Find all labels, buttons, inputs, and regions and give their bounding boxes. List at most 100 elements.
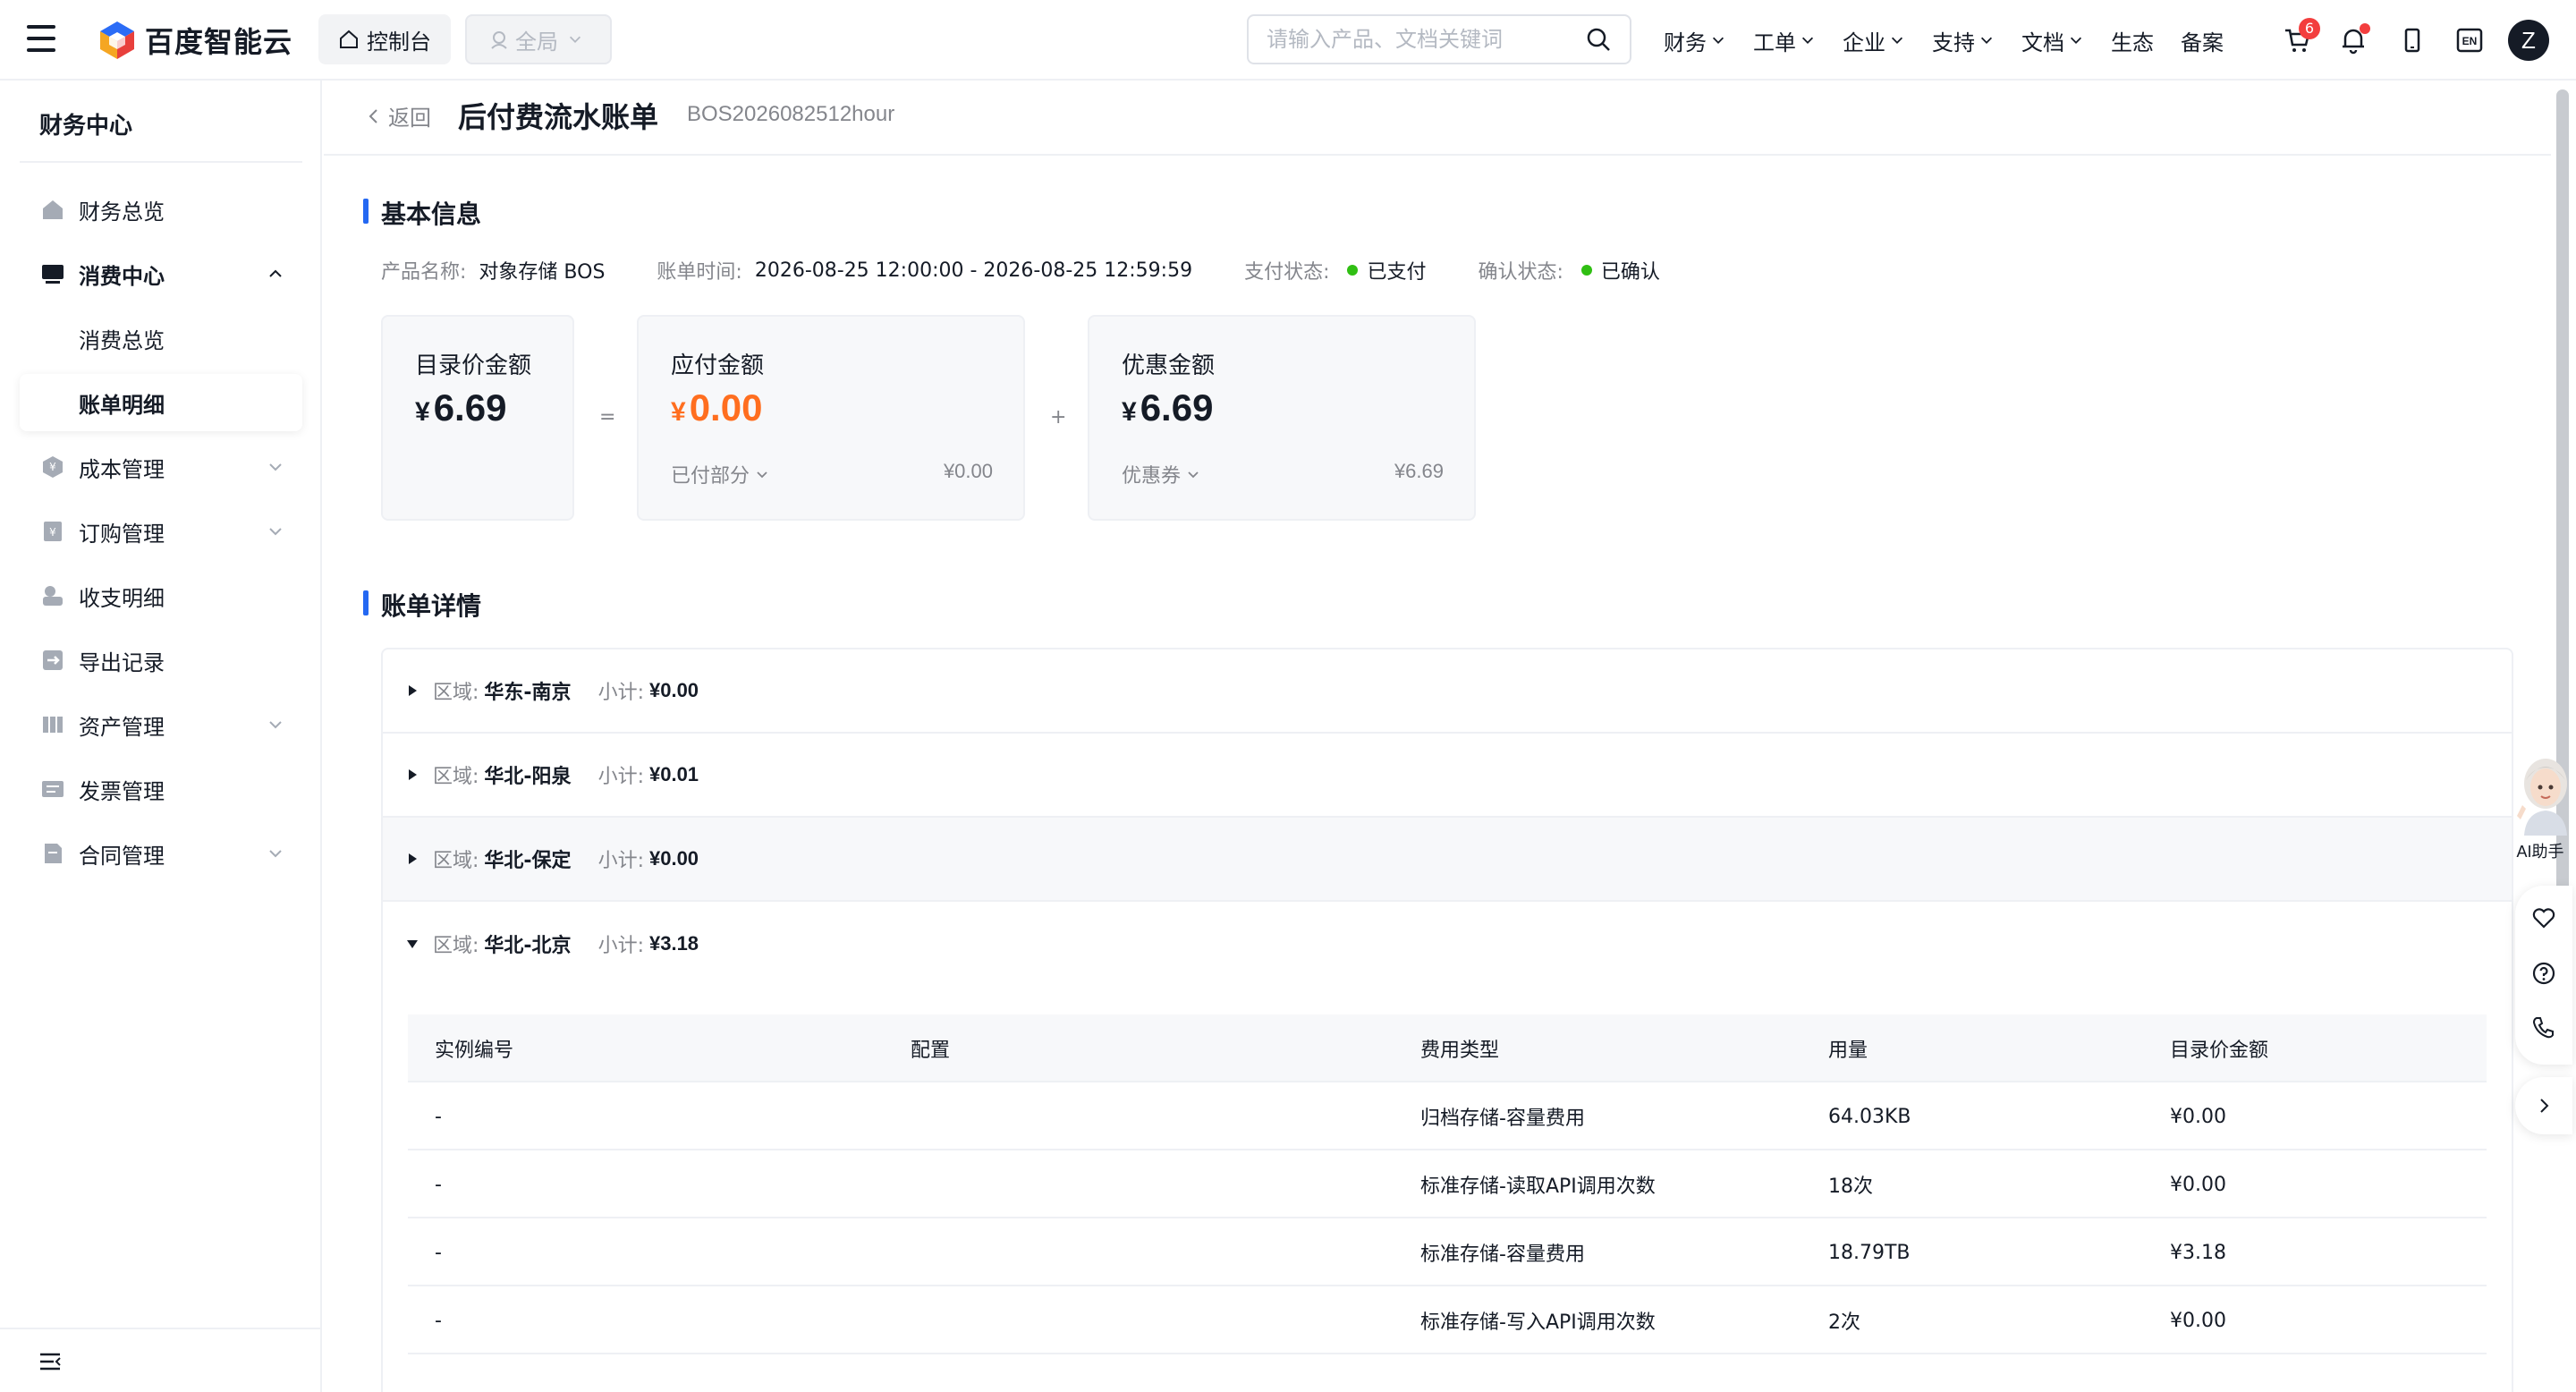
chevron-up-icon <box>269 269 282 277</box>
product-label: 产品名称: <box>381 261 467 284</box>
language-button[interactable]: EN <box>2454 25 2485 55</box>
chevron-down-icon <box>269 528 282 536</box>
cart-badge: 6 <box>2299 18 2320 39</box>
nav-filing[interactable]: 备案 <box>2181 25 2224 56</box>
sidebar-item-contract-management[interactable]: 合同管理 <box>20 825 302 882</box>
svg-text:EN: EN <box>2462 35 2478 47</box>
top-nav: 财务 工单 企业 支持 文档 生态 备案 <box>1664 0 2250 81</box>
sidebar: 财务中心 财务总览 消费中心 消费总览 账单明细 ¥ 成本管理 ¥ 订购管理 收… <box>0 81 322 1392</box>
notification-button[interactable] <box>2338 23 2370 55</box>
sidebar-footer <box>0 1328 320 1392</box>
collapse-sidebar-icon[interactable] <box>38 1349 63 1374</box>
chevron-down-icon <box>1801 37 1814 44</box>
section-title-basic-info: 基本信息 <box>363 195 481 231</box>
chevron-down-icon <box>569 36 581 43</box>
mobile-phone-icon <box>2404 28 2420 53</box>
basic-info-row: 产品名称: 对象存储 BOS 账单时间: 2026-08-25 12:00:00… <box>381 256 1712 284</box>
console-button[interactable]: 控制台 <box>318 14 451 64</box>
region-row-beijing[interactable]: 区域: 华北-北京 小计: ¥3.18 <box>383 902 2512 986</box>
back-button[interactable]: 返回 <box>365 100 431 132</box>
top-bar: 百度智能云 控制台 全局 财务 工单 企业 支持 文档 生态 备案 6 EN Z <box>0 0 2576 81</box>
payable-card: 应付金额 ¥0.00 已付部分 ¥0.00 <box>637 315 1025 521</box>
sidebar-item-cost-management[interactable]: ¥ 成本管理 <box>20 438 302 496</box>
nav-enterprise[interactable]: 企业 <box>1843 25 1905 56</box>
sidebar-item-income-expense[interactable]: 收支明细 <box>20 567 302 624</box>
ai-assistant-button[interactable]: AI助手 <box>2504 753 2576 861</box>
search-icon[interactable] <box>1585 26 1612 53</box>
heart-icon[interactable] <box>2531 905 2556 930</box>
sidebar-divider <box>20 161 302 163</box>
region-row-yangquan[interactable]: 区域: 华北-阳泉 小计: ¥0.01 <box>383 734 2512 818</box>
nav-finance[interactable]: 财务 <box>1664 25 1726 56</box>
sidebar-item-asset-management[interactable]: 资产管理 <box>20 696 302 753</box>
cart-button[interactable]: 6 <box>2283 18 2320 55</box>
wallet-icon <box>43 586 63 606</box>
sidebar-item-order-management[interactable]: ¥ 订购管理 <box>20 503 302 560</box>
list-price-card: 目录价金额 ¥6.69 <box>381 315 574 521</box>
column-config: 配置 <box>911 1040 951 1062</box>
list-price-amount: ¥6.69 <box>415 386 507 429</box>
help-icon[interactable] <box>2531 961 2556 986</box>
user-avatar[interactable]: Z <box>2508 20 2549 61</box>
confirm-status-value: 已确认 <box>1600 261 1660 284</box>
notification-dot <box>2360 23 2370 34</box>
sidebar-item-bill-detail[interactable]: 账单明细 <box>20 374 302 431</box>
nav-ecosystem[interactable]: 生态 <box>2111 25 2154 56</box>
region-name: 华北-阳泉 <box>484 766 572 788</box>
monitor-icon <box>42 265 64 284</box>
asset-icon <box>43 717 63 733</box>
coupon-toggle[interactable]: 优惠券 <box>1122 460 1200 488</box>
sidebar-item-consumption-center[interactable]: 消费中心 <box>20 245 302 302</box>
chevron-down-icon <box>1188 471 1199 479</box>
location-icon <box>491 31 507 49</box>
export-icon <box>43 650 63 670</box>
invoice-icon <box>42 781 64 797</box>
page-title: 后付费流水账单 <box>458 100 659 134</box>
logo-cube-icon <box>100 21 134 59</box>
svg-text:¥: ¥ <box>49 526 56 539</box>
nav-docs[interactable]: 文档 <box>2021 25 2084 56</box>
coupon-value: ¥6.69 <box>1394 460 1444 482</box>
sidebar-item-consumption-overview[interactable]: 消费总览 <box>20 310 302 367</box>
ai-assistant-label: AI助手 <box>2516 843 2564 861</box>
mobile-button[interactable] <box>2397 25 2428 55</box>
sidebar-title: 财务中心 <box>39 113 133 140</box>
nav-support[interactable]: 支持 <box>1932 25 1995 56</box>
caret-right-icon <box>409 853 417 864</box>
floating-toolbar <box>2515 886 2572 1065</box>
cost-icon: ¥ <box>43 456 63 478</box>
discount-amount: ¥6.69 <box>1122 386 1214 429</box>
region-row-nanjing[interactable]: 区域: 华东-南京 小计: ¥0.00 <box>383 649 2512 734</box>
caret-right-icon <box>409 769 417 780</box>
payable-amount: ¥0.00 <box>671 386 763 429</box>
menu-icon[interactable] <box>27 25 55 52</box>
region-row-baoding[interactable]: 区域: 华北-保定 小计: ¥0.00 <box>383 818 2512 902</box>
page-header: 返回 后付费流水账单 BOS2026082512hour <box>324 81 2551 156</box>
table-row: - 标准存储-写入API调用次数 2次 ¥0.00 <box>408 1286 2487 1354</box>
chevron-down-icon <box>269 721 282 729</box>
paid-portion-value: ¥0.00 <box>943 460 993 482</box>
sidebar-item-finance-overview[interactable]: 财务总览 <box>20 181 302 238</box>
equals-operator: = <box>599 406 616 429</box>
region-select[interactable]: 全局 <box>465 14 612 64</box>
contract-icon <box>45 844 62 863</box>
nav-ticket[interactable]: 工单 <box>1753 25 1816 56</box>
bill-time-label: 账单时间: <box>657 261 742 284</box>
paid-portion-toggle[interactable]: 已付部分 <box>671 460 769 488</box>
ai-assistant-avatar-icon <box>2517 759 2567 836</box>
floating-expand-button[interactable] <box>2515 1077 2572 1134</box>
sidebar-item-invoice-management[interactable]: 发票管理 <box>20 760 302 818</box>
region-label: 全局 <box>515 29 558 55</box>
region-subtotal: ¥0.01 <box>648 763 699 785</box>
discount-card: 优惠金额 ¥6.69 优惠券 ¥6.69 <box>1088 315 1476 521</box>
logo-text: 百度智能云 <box>145 25 293 59</box>
logo[interactable]: 百度智能云 <box>97 20 292 61</box>
sidebar-item-export-records[interactable]: 导出记录 <box>20 632 302 689</box>
search-input[interactable] <box>1267 27 1585 52</box>
phone-icon[interactable] <box>2531 1014 2556 1040</box>
region-subtotal: ¥3.18 <box>648 932 699 955</box>
bill-detail-panel: 区域: 华东-南京 小计: ¥0.00 区域: 华北-阳泉 小计: ¥0.01 … <box>381 648 2513 1392</box>
search-box <box>1247 14 1631 64</box>
plus-operator: + <box>1050 406 1067 429</box>
pay-status-label: 支付状态: <box>1244 261 1330 284</box>
